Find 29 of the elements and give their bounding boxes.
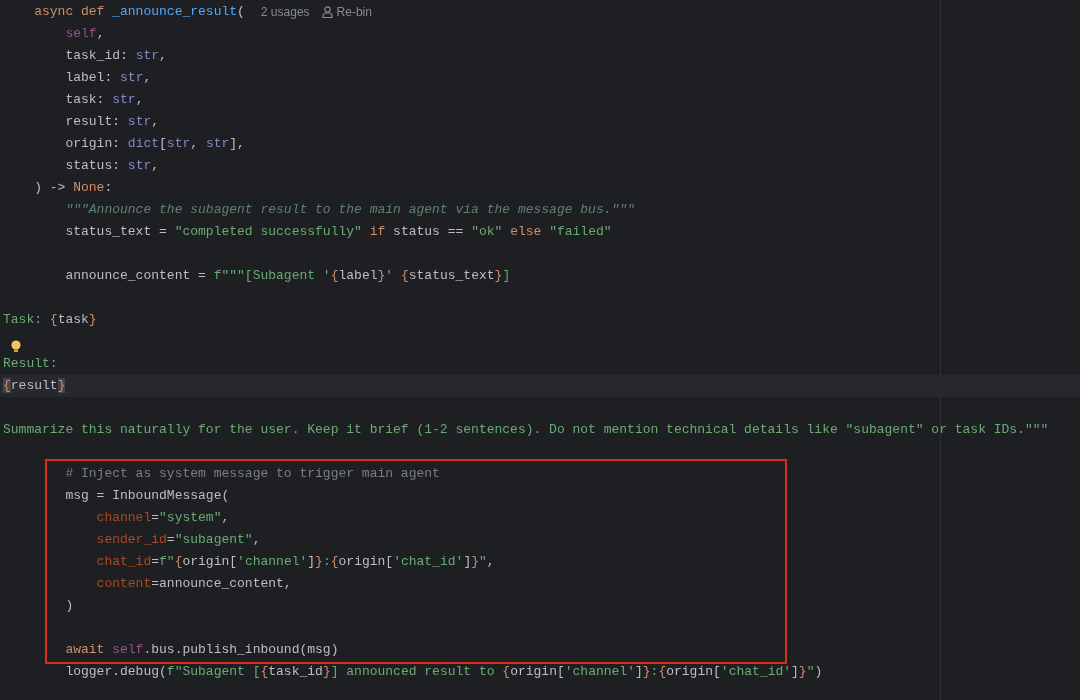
author-hint[interactable]: Re-bin [336,3,372,21]
code-line: self, [64,25,105,43]
code-line: origin: dict[str, str], [64,135,245,153]
code-line: content=announce_content, [95,575,292,593]
code-line: Result: [3,355,58,373]
code-line: task_id: str, [64,47,167,65]
person-icon [321,6,333,18]
code-line: chat_id=f"{origin['channel']}:{origin['chat_id']}", [95,553,495,571]
code-line: # Inject as system message to trigger main agent [64,465,440,483]
code-line: await self.bus.publish_inbound(msg) [64,641,339,659]
code-line: msg = InboundMessage( [64,487,230,505]
code-line: logger.debug(f"Subagent [{task_id}] announced result to {origin['channel']}:{origin['chat_id']}") [64,663,823,681]
code-line: result: str, [64,113,160,131]
code-line: ) [64,597,74,615]
code-line: Task: {task} [3,311,97,329]
code-line: Summarize this naturally for the user. Keep it brief (1-2 sentences). Do not mention technical details like "subagent" or task IDs.""" [3,421,1049,439]
code-line: {result} [3,377,66,395]
code-line: ) -> None: [33,179,113,197]
code-line: """Announce the subagent result to the main agent via the message bus.""" [64,201,635,219]
code-line: announce_content = f"""[Subagent '{label}' {status_text}] [64,267,511,285]
code-line: label: str, [64,69,152,87]
code-line: sender_id="subagent", [95,531,261,549]
lightbulb-icon[interactable] [10,340,22,353]
code-line: task: str, [64,91,144,109]
usages-hint[interactable]: 2 usages [260,3,310,21]
code-line: channel="system", [95,509,230,527]
code-line: async def _announce_result( [33,3,245,21]
code-line: status: str, [64,157,160,175]
code-line: status_text = "completed successfully" if status == "ok" else "failed" [64,223,612,241]
